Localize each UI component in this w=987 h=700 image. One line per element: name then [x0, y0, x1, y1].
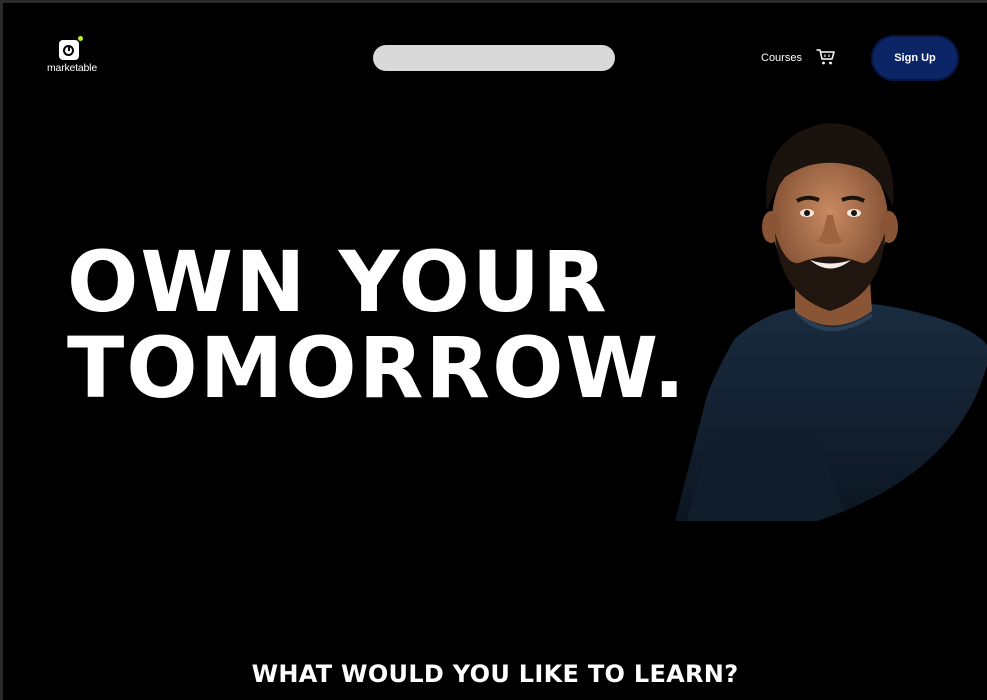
cart-icon[interactable] [816, 48, 836, 66]
signup-button[interactable]: Sign Up [873, 37, 957, 79]
logo-icon [59, 40, 79, 60]
hero-title-line-1: OWN YOUR [67, 233, 609, 331]
nav-link-courses[interactable]: Courses [761, 52, 802, 64]
search-input[interactable] [373, 45, 615, 71]
hero-title-line-2: TOMORROW. [67, 319, 688, 417]
section-heading: WHAT WOULD YOU LIKE TO LEARN? [251, 660, 739, 688]
brand-name: marketable [47, 62, 97, 74]
brand-logo[interactable]: marketable [41, 36, 101, 79]
hero-title: OWN YOUR TOMORROW. [67, 239, 687, 411]
hero-portrait-image [675, 123, 987, 521]
logo-accent-dot [78, 36, 83, 41]
page: marketable Courses Sign Up OWN YOUR TOMO… [3, 3, 987, 700]
